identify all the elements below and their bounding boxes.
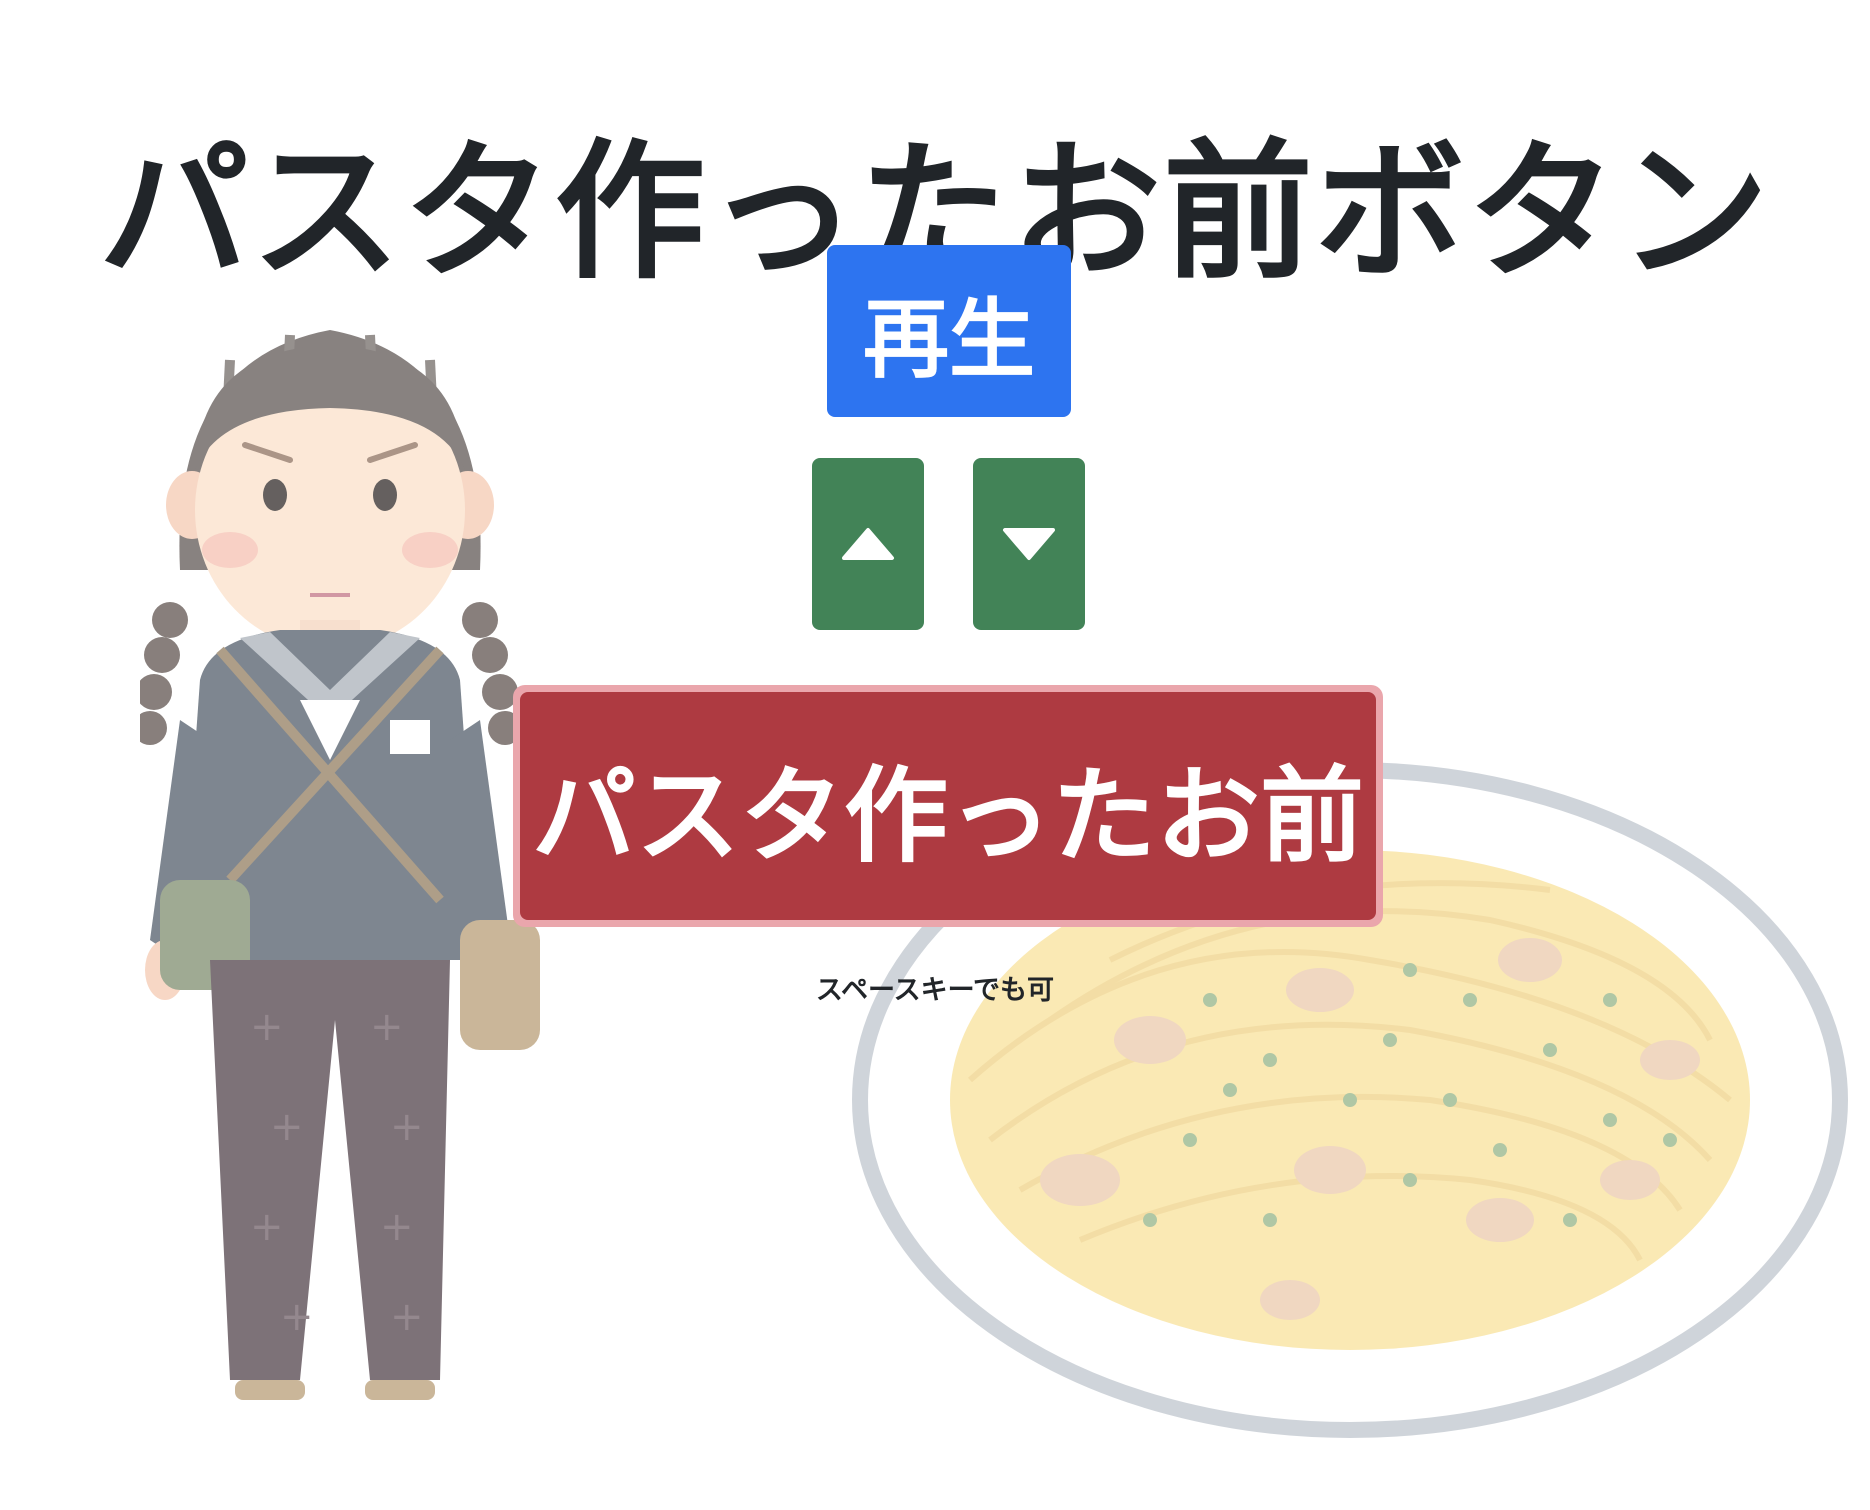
svg-text:+: + (380, 1204, 414, 1250)
schoolgirl-illustration: + + + + + + + + (140, 330, 540, 1400)
pasta-button[interactable]: パスタ作ったお前 (520, 692, 1376, 920)
page: パスタ作ったお前ボタン + + + + + + + + 再生 パスタ作ったお前 … (0, 0, 1870, 1510)
triangle-down-icon (1003, 528, 1055, 560)
triangle-up-icon (842, 528, 894, 560)
volume-down-button[interactable] (973, 458, 1085, 630)
svg-text:+: + (370, 1004, 404, 1050)
svg-text:+: + (390, 1104, 424, 1150)
svg-text:+: + (280, 1294, 314, 1340)
svg-text:+: + (250, 1204, 284, 1250)
svg-text:+: + (390, 1294, 424, 1340)
svg-text:+: + (270, 1104, 304, 1150)
play-button[interactable]: 再生 (827, 245, 1071, 417)
keyboard-hint: スペースキーでも可 (815, 975, 1055, 1006)
svg-text:+: + (250, 1004, 284, 1050)
volume-up-button[interactable] (812, 458, 924, 630)
